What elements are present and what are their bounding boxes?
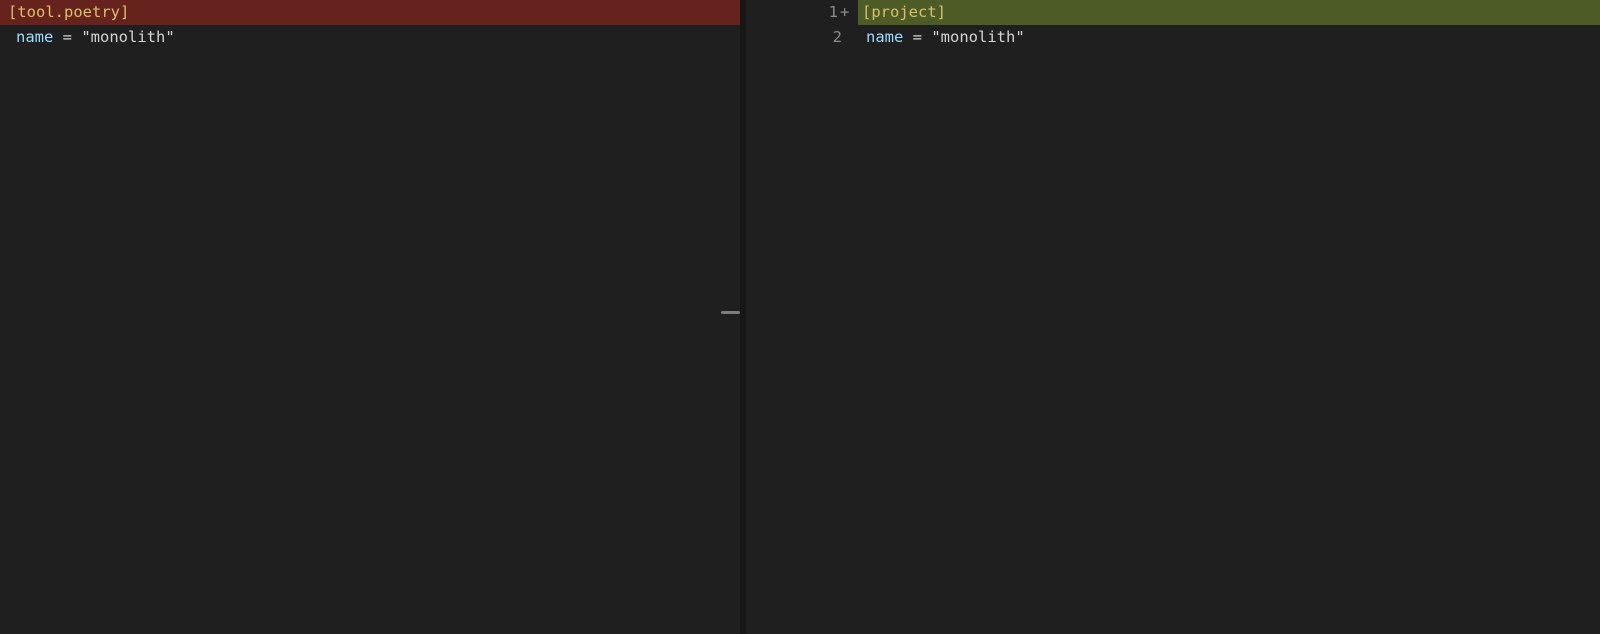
code-line-content: [project] [858,0,1600,25]
token-punct: = [903,27,932,46]
line-number-gutter[interactable]: 1 + [746,0,858,25]
token-section: [project] [862,3,946,21]
diff-marker [842,25,862,634]
code-line-content: name = "monolith" [862,25,1600,634]
diff-line[interactable]: 2 name = "monolith" [746,24,1600,634]
code-line-content: name = "monolith" [8,25,740,634]
diff-marker: + [840,3,850,21]
code-line-content: [tool.poetry] [0,0,740,25]
line-number-gutter[interactable]: 2 [750,24,862,634]
line-number: 2 [832,27,842,46]
diff-line[interactable]: [tool.poetry] [0,0,740,25]
token-string: "monolith" [81,27,175,46]
diff-line[interactable]: 1 + [project] [746,0,1600,25]
line-number: 1 [828,3,838,21]
diff-editor: [tool.poetry]name = "monolith"descriptio… [0,0,1600,634]
token-string: "monolith" [931,27,1025,46]
pane-divider-handle[interactable] [721,311,740,314]
token-key: name [16,27,54,46]
token-section: [tool.poetry] [8,3,130,21]
token-punct: = [53,27,82,46]
modified-editor-pane[interactable]: 1+[project]2name = "monolith"3descriptio… [746,0,1600,634]
token-key: name [866,27,904,46]
original-editor-pane[interactable]: [tool.poetry]name = "monolith"descriptio… [0,0,740,634]
diff-line[interactable]: name = "monolith" [0,25,740,634]
